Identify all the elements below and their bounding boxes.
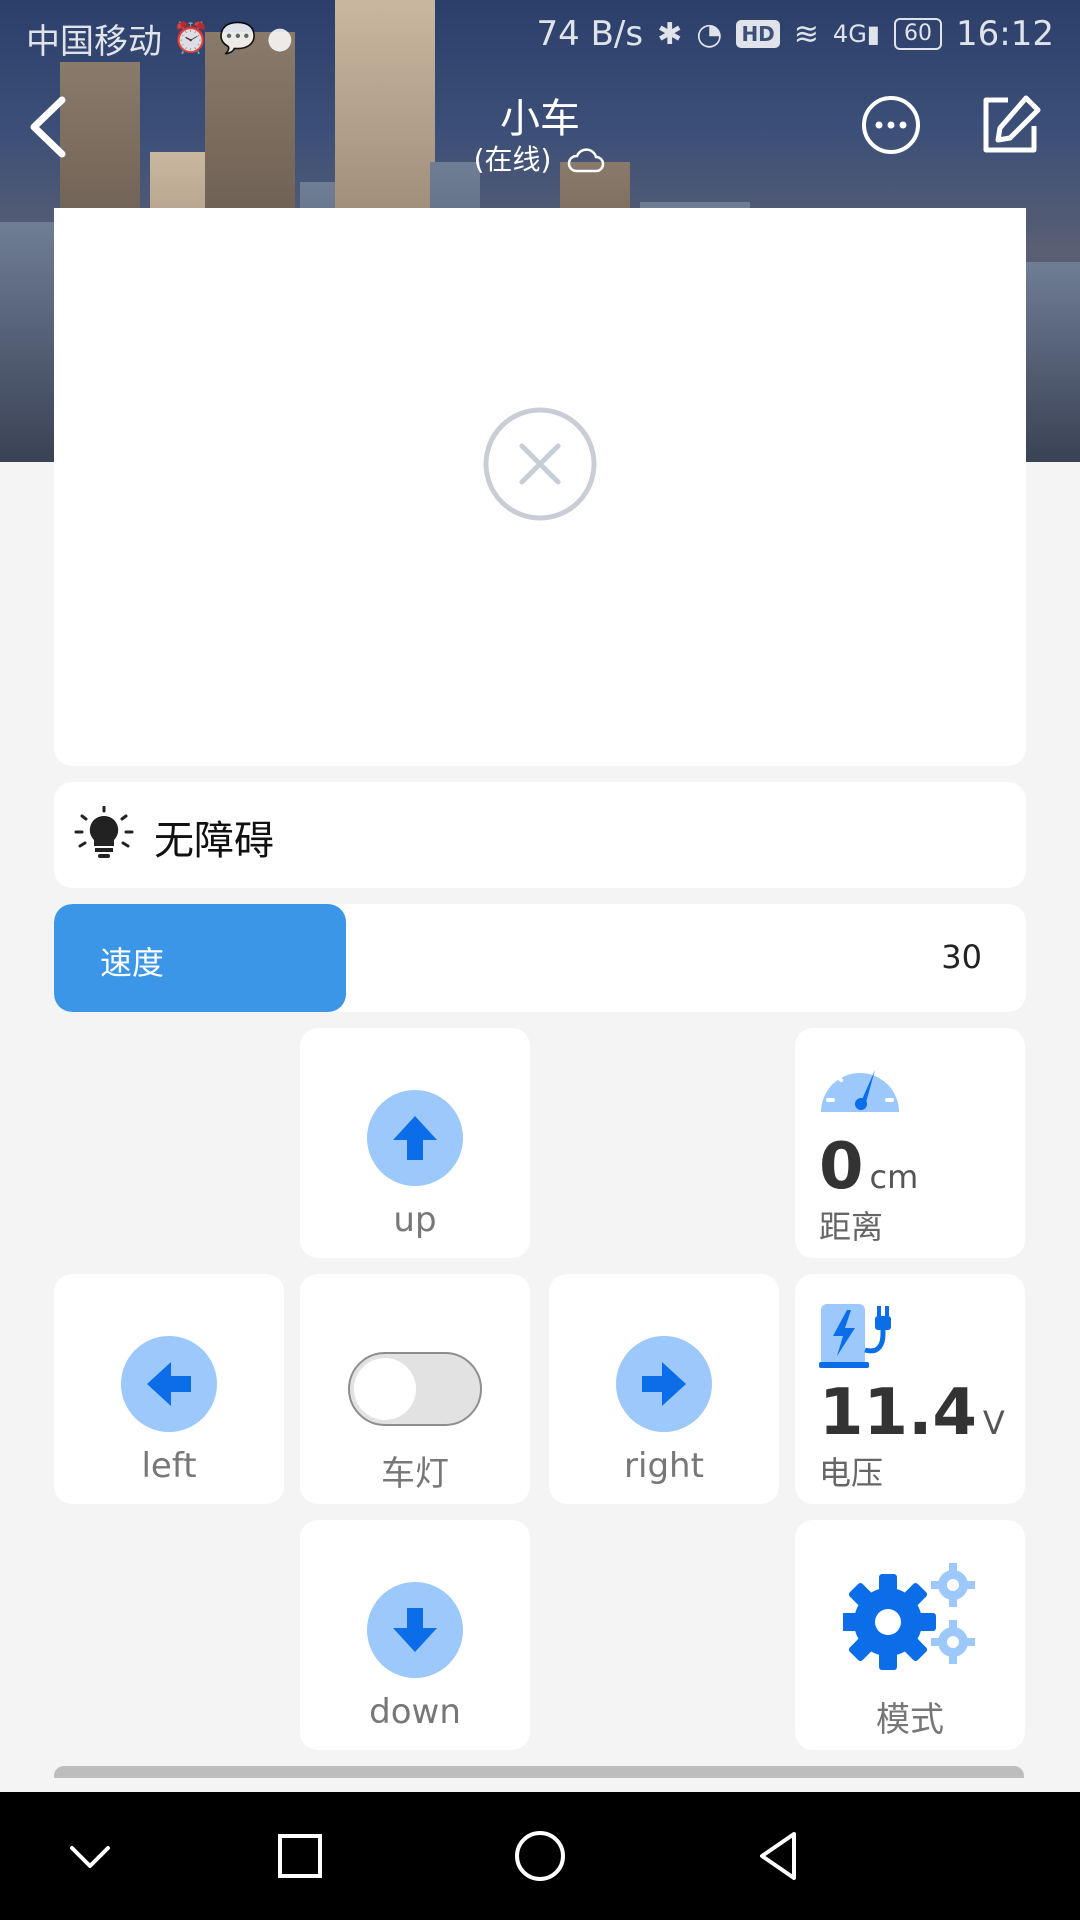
back-nav-icon[interactable]: [750, 1826, 810, 1886]
more-button[interactable]: [860, 94, 922, 156]
distance-tile: 0 cm 距离: [795, 1028, 1025, 1258]
bluetooth-icon: ✱: [657, 16, 683, 52]
arrow-up-icon: [393, 1116, 437, 1160]
light-toggle-knob: [354, 1358, 416, 1420]
obstacle-status-text: 无障碍: [154, 818, 274, 864]
mode-button[interactable]: 模式: [795, 1520, 1025, 1750]
speed-slider-fill[interactable]: [54, 904, 346, 1012]
edit-button[interactable]: [978, 92, 1044, 158]
right-button[interactable]: right: [549, 1274, 779, 1504]
distance-value: 0: [819, 1130, 864, 1204]
arrow-right-icon: [642, 1362, 686, 1406]
online-status-text: (在线): [473, 143, 552, 176]
recent-apps-icon[interactable]: [270, 1826, 330, 1886]
network-speed: 74 B/s: [536, 14, 644, 54]
speed-label: 速度: [100, 944, 165, 982]
down-label: down: [369, 1692, 461, 1732]
left-label: left: [141, 1446, 197, 1486]
voltage-reading: 11.4 V: [819, 1376, 1005, 1450]
system-navigation-bar: [0, 1792, 1080, 1920]
hd-icon: HD: [736, 20, 780, 48]
gauge-icon: [821, 1062, 899, 1112]
up-circle: [367, 1090, 463, 1186]
distance-unit: cm: [869, 1158, 919, 1196]
charger-icon: [819, 1304, 891, 1368]
error-icon: [483, 407, 597, 521]
wifi-icon: ≋: [793, 16, 819, 52]
down-circle: [367, 1582, 463, 1678]
light-tile: 车灯: [300, 1274, 530, 1504]
more-icon: [862, 96, 920, 154]
alarm-icon: ◔: [696, 16, 723, 52]
bulb-icon: [74, 806, 134, 858]
video-panel[interactable]: [54, 208, 1026, 766]
arrow-left-icon: [147, 1362, 191, 1406]
voltage-label: 电压: [819, 1454, 884, 1492]
scroll-edge: [54, 1766, 1024, 1778]
mode-label: 模式: [876, 1700, 944, 1740]
message-icon: 💬: [219, 21, 257, 56]
home-icon[interactable]: [510, 1826, 570, 1886]
voltage-unit: V: [982, 1404, 1005, 1442]
hide-nav-chevron-icon[interactable]: [60, 1826, 120, 1886]
gears-icon: [843, 1563, 975, 1670]
right-circle: [616, 1336, 712, 1432]
left-circle: [121, 1336, 217, 1432]
distance-reading: 0 cm: [819, 1130, 918, 1204]
voltage-tile: 11.4 V 电压: [795, 1274, 1025, 1504]
battery-indicator: 60: [894, 18, 943, 50]
alarm-clock-icon: ⏰: [172, 21, 210, 56]
left-button[interactable]: left: [54, 1274, 284, 1504]
right-label: right: [624, 1446, 704, 1486]
cloud-icon: [568, 148, 605, 173]
arrow-down-icon: [393, 1608, 437, 1652]
edit-icon: [983, 95, 1041, 153]
status-bar: 中国移动 ⏰ 💬 ● 74 B/s ✱ ◔ HD ≋ 4G▮ 60 16:12: [0, 0, 1080, 72]
light-label: 车灯: [381, 1454, 449, 1494]
cell-signal-icon: 4G▮: [832, 20, 881, 48]
up-button[interactable]: up: [300, 1028, 530, 1258]
light-toggle[interactable]: [348, 1352, 482, 1426]
qq-icon: ●: [266, 21, 293, 56]
speed-value: 30: [941, 938, 982, 976]
carrier-name: 中国移动: [26, 22, 162, 62]
distance-label: 距离: [819, 1208, 884, 1246]
obstacle-status-card: 无障碍: [54, 782, 1026, 888]
up-label: up: [393, 1200, 437, 1240]
clock: 16:12: [956, 14, 1054, 54]
down-button[interactable]: down: [300, 1520, 530, 1750]
speed-slider[interactable]: 速度 30: [54, 904, 1026, 1012]
voltage-value: 11.4: [819, 1376, 977, 1450]
